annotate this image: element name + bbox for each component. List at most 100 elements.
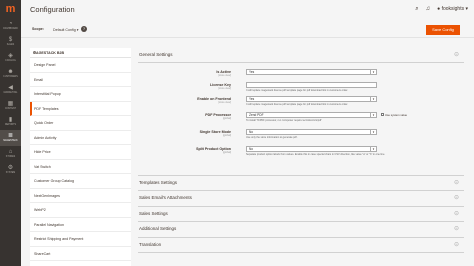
field-note: Use only the store information to genera… [246, 135, 298, 139]
stack-icon: ≣ [7, 133, 14, 139]
user-icon: ● [437, 6, 441, 12]
user-name: fooksights [441, 6, 465, 12]
nav-item-label: Customers [3, 76, 18, 78]
section-collapsed[interactable]: Translation ⊝ [138, 238, 464, 253]
section-title: Sales Email's Attachments [139, 195, 192, 200]
gear-icon: ⚙ [7, 165, 14, 171]
tab-item[interactable]: WebP2 [30, 203, 131, 218]
section-collapsed[interactable]: Sales Settings ⊝ [138, 207, 464, 222]
scope-switcher[interactable]: Default Config ▾ [49, 25, 83, 33]
field-note: It will replace magestack license pdf te… [246, 102, 348, 106]
scope-bar: Scope: Default Config ▾ ? Save Config [21, 21, 474, 38]
tab-item[interactable]: Vat Switch [30, 160, 131, 174]
field-label: Enable on Frontend [store view] [197, 96, 231, 105]
nav-item-label: Reports [4, 124, 17, 126]
user-menu[interactable]: ● fooksights ▾ [437, 6, 468, 12]
nav-item-marketing[interactable]: ◀ Marketing [0, 82, 21, 98]
config-tabs: MAGESTACK B2B ⌃ Design Panel Email Interst… [30, 48, 131, 266]
dashboard-icon: ◔ [8, 21, 13, 27]
nav-item-label: System [5, 172, 16, 174]
nav-item-system[interactable]: ⚙ System [0, 162, 21, 178]
tab-group-header[interactable]: MAGESTACK B2B ⌃ [30, 48, 131, 58]
nav-item-customers[interactable]: ☻ Customers [0, 66, 21, 82]
layout-icon: ▦ [7, 101, 14, 107]
person-icon: ☻ [7, 69, 14, 75]
expand-icon: ⊝ [453, 241, 459, 248]
nav-item-dashboard[interactable]: ◔ Dashboard [0, 18, 21, 34]
section-title: Translation [139, 241, 162, 247]
expand-icon: ⊝ [453, 179, 459, 186]
general-settings-fields: Is Active [store view] Yes ▾ License Key … [138, 63, 464, 176]
tab-item[interactable]: Restrict Shipping and Payment [30, 232, 131, 247]
field-label: Single Store Mode [global] [199, 129, 231, 138]
nav-item-label: Marketing [3, 92, 18, 94]
nav-item-label: Magestack [3, 140, 18, 142]
cube-icon: ◈ [8, 53, 13, 59]
chevron-down-icon: ▾ [370, 129, 376, 134]
nav-item-sales[interactable]: $ Sales [0, 34, 21, 50]
use-system-value-checkbox[interactable]: Use system value [381, 113, 407, 117]
tab-item[interactable]: Interstitial Popup [30, 87, 131, 102]
chevron-down-icon: ▾ [370, 112, 376, 117]
field-note: It will replace magestack license pdf te… [246, 88, 348, 92]
field-note: To install TCPDF processor, run 'compose… [246, 118, 322, 122]
tab-item[interactable]: Customer Group Catalog [30, 174, 131, 189]
admin-sidebar: m ◔ Dashboard $ Sales ◈ Catalog ☻ Customers ◀ Mar… [0, 0, 21, 266]
magento-logo[interactable]: m [0, 0, 21, 18]
megaphone-icon: ◀ [8, 85, 13, 91]
collapse-icon: ⊝ [453, 52, 459, 58]
field-label: PDF Processor [global] [205, 112, 231, 121]
expand-icon: ⊝ [453, 210, 459, 217]
nav-item-label: Sales [6, 44, 15, 46]
header-tools: ⌕ ♫ ● fooksights ▾ [415, 3, 468, 15]
nav-item-stores[interactable]: ⌂ Stores [0, 146, 21, 162]
nav-item-content[interactable]: ▦ Content [0, 98, 21, 114]
expand-icon: ⊝ [453, 226, 459, 232]
field-note: Separate product option labels from valu… [246, 152, 386, 156]
help-icon[interactable]: ? [81, 26, 87, 32]
nav-item-reports[interactable]: ▮ Reports [0, 114, 21, 130]
single-store-select[interactable]: No ▾ [246, 128, 377, 135]
split-option-select[interactable]: No ▾ [246, 145, 377, 152]
chevron-down-icon: ▾ [370, 69, 376, 74]
tab-item[interactable]: Quick Order [30, 116, 131, 131]
field-label: Split Product Option [global] [196, 146, 231, 155]
tab-item[interactable]: NextGenImages [30, 189, 131, 203]
nav-item-catalog[interactable]: ◈ Catalog [0, 50, 21, 66]
section-title: Templates Settings [139, 179, 178, 185]
enable-frontend-select[interactable]: Yes ▾ [246, 95, 377, 102]
license-key-input[interactable] [246, 81, 377, 88]
pdf-processor-select[interactable]: Zend PDF ▾ [246, 111, 377, 118]
nav-item-label: Content [4, 108, 17, 110]
tab-item[interactable]: PDF Templates [30, 101, 131, 116]
tab-item[interactable]: Hide Price [30, 145, 131, 160]
tab-item[interactable]: Parallel Navigation [30, 218, 131, 232]
nav-item-label: Catalog [5, 60, 16, 62]
field-label: License Key [store view] [210, 82, 231, 91]
chevron-down-icon: ▾ [370, 146, 376, 151]
nav-item-label: Stores [5, 156, 16, 158]
section-collapsed[interactable]: Additional Settings ⊝ [138, 222, 464, 238]
section-collapsed[interactable]: Sales Email's Attachments ⊝ [138, 191, 464, 207]
expand-icon: ⊝ [453, 195, 459, 201]
section-general-settings[interactable]: General Settings ⊝ [138, 48, 464, 63]
app-root: m ◔ Dashboard $ Sales ◈ Catalog ☻ Customers ◀ Mar… [0, 0, 474, 266]
nav-item-magestack[interactable]: ≣ Magestack [0, 130, 21, 146]
store-icon: ⌂ [8, 149, 13, 155]
tab-item[interactable]: ShareCart [30, 247, 131, 261]
chevron-up-icon: ⌃ [33, 50, 37, 55]
tab-item[interactable]: Email [30, 73, 131, 87]
search-icon[interactable]: ⌕ [415, 6, 418, 13]
dollar-icon: $ [8, 37, 13, 43]
section-title: Additional Settings [139, 226, 177, 231]
section-title: Sales Settings [139, 210, 168, 216]
save-config-button[interactable]: Save Config [426, 25, 460, 35]
is-active-select[interactable]: Yes ▾ [246, 68, 377, 75]
tab-item[interactable]: Admin Activity [30, 131, 131, 145]
chevron-down-icon: ▾ [370, 96, 376, 101]
bell-icon[interactable]: ♫ [426, 6, 431, 12]
section-title: General Settings [139, 52, 173, 57]
section-collapsed[interactable]: Templates Settings ⊝ [138, 176, 464, 191]
scope-label: Scope: [32, 27, 44, 31]
tab-item[interactable]: Design Panel [30, 58, 131, 73]
